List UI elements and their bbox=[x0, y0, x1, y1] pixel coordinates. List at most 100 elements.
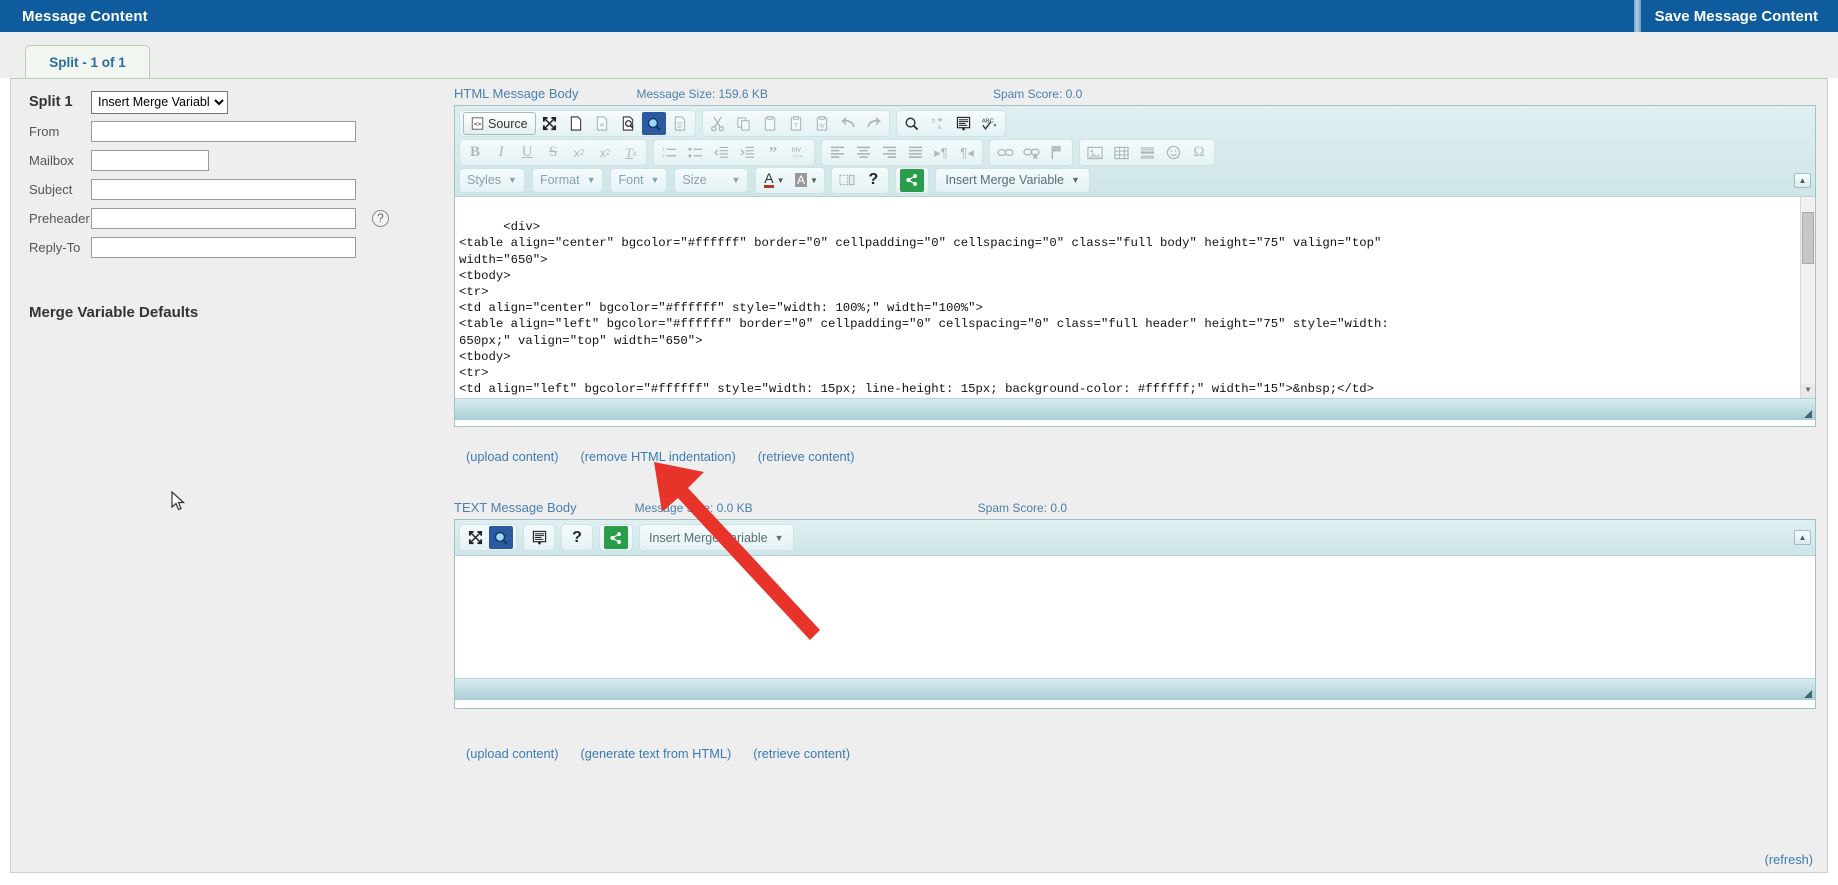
html-toolbar-collapse-button[interactable]: ▲ bbox=[1794, 173, 1811, 188]
page-title: Message Content bbox=[0, 8, 148, 25]
retrieve-content-link[interactable]: (retrieve content) bbox=[753, 746, 850, 761]
upload-content-link[interactable]: (upload content) bbox=[466, 746, 558, 761]
save-message-content-button[interactable]: Save Message Content bbox=[1641, 0, 1838, 32]
html-source-scrollbar[interactable]: ▲ ▼ bbox=[1800, 197, 1815, 398]
bold-icon[interactable]: B bbox=[463, 141, 487, 164]
scroll-down-icon[interactable]: ▼ bbox=[1801, 384, 1815, 398]
split-settings-form: Split 1 Insert Merge Variable From Mailb… bbox=[29, 91, 449, 321]
scroll-thumb[interactable] bbox=[1802, 212, 1814, 264]
redo-icon[interactable] bbox=[862, 112, 886, 135]
show-blocks-icon[interactable] bbox=[835, 169, 859, 192]
ltr-icon[interactable]: ▸¶ bbox=[929, 141, 953, 164]
text-editor-resize-handle[interactable] bbox=[455, 678, 1815, 700]
find-highlight-icon[interactable] bbox=[489, 526, 513, 549]
div-container-icon[interactable]: DIV</> bbox=[787, 141, 811, 164]
styles-dropdown[interactable]: Styles ▼ bbox=[459, 168, 525, 193]
tab-strip: Split - 1 of 1 bbox=[0, 32, 1838, 78]
find-highlight-icon[interactable] bbox=[642, 112, 666, 135]
background-color-icon[interactable]: A ▼ bbox=[791, 169, 821, 192]
bulleted-list-icon[interactable] bbox=[683, 141, 707, 164]
share-icon[interactable] bbox=[900, 169, 924, 192]
justify-icon[interactable] bbox=[903, 141, 927, 164]
align-center-icon[interactable] bbox=[851, 141, 875, 164]
font-dropdown[interactable]: Font ▼ bbox=[610, 168, 667, 193]
font-dropdown-label: Font bbox=[618, 173, 643, 187]
clipboard-group: T W bbox=[702, 110, 890, 137]
numbered-list-icon[interactable]: 12 bbox=[657, 141, 681, 164]
underline-icon[interactable]: U bbox=[515, 141, 539, 164]
align-left-icon[interactable] bbox=[825, 141, 849, 164]
templates-icon[interactable] bbox=[590, 112, 614, 135]
html-spam-score: Spam Score: 0.0 bbox=[993, 87, 1082, 101]
subscript-icon[interactable]: x2 bbox=[567, 141, 591, 164]
insert-merge-variable-label: Insert Merge Variable bbox=[945, 173, 1064, 187]
copy-icon[interactable] bbox=[732, 112, 756, 135]
remove-html-indentation-link[interactable]: (remove HTML indentation) bbox=[580, 449, 735, 464]
anchor-icon[interactable] bbox=[1045, 141, 1069, 164]
italic-icon[interactable]: I bbox=[489, 141, 513, 164]
superscript-icon[interactable]: x2 bbox=[593, 141, 617, 164]
refresh-link[interactable]: (refresh) bbox=[1765, 852, 1813, 867]
text-insert-merge-variable-dropdown[interactable]: Insert Merge Variable ▼ bbox=[639, 524, 794, 551]
spellcheck-icon[interactable]: ABC bbox=[978, 112, 1002, 135]
mailbox-input[interactable] bbox=[91, 150, 209, 171]
preheader-input[interactable] bbox=[91, 208, 356, 229]
image-icon[interactable] bbox=[1083, 141, 1107, 164]
from-input[interactable] bbox=[91, 121, 356, 142]
reply-to-input[interactable] bbox=[91, 237, 356, 258]
source-button[interactable]: <> Source bbox=[463, 112, 536, 135]
text-color-icon[interactable]: A ▼ bbox=[759, 169, 789, 192]
html-source-textarea[interactable]: <div> <table align="center" bgcolor="#ff… bbox=[455, 197, 1815, 398]
preview-icon[interactable] bbox=[616, 112, 640, 135]
find-icon[interactable] bbox=[900, 112, 924, 135]
alignment-group: ▸¶ ¶◂ bbox=[821, 139, 983, 166]
text-toolbar-collapse-button[interactable]: ▲ bbox=[1794, 530, 1811, 545]
share-icon[interactable] bbox=[604, 526, 628, 549]
paste-icon[interactable] bbox=[758, 112, 782, 135]
html-message-body-label: HTML Message Body bbox=[454, 86, 579, 101]
paste-as-text-icon[interactable]: T bbox=[784, 112, 808, 135]
strikethrough-icon[interactable]: S bbox=[541, 141, 565, 164]
undo-icon[interactable] bbox=[836, 112, 860, 135]
help-icon[interactable]: ? bbox=[861, 169, 885, 192]
upload-content-link[interactable]: (upload content) bbox=[466, 449, 558, 464]
blockquote-icon[interactable]: ” bbox=[761, 141, 785, 164]
question-mark-icon[interactable]: ? bbox=[372, 210, 389, 227]
align-right-icon[interactable] bbox=[877, 141, 901, 164]
help-icon[interactable]: ? bbox=[565, 526, 589, 549]
maximize-icon[interactable] bbox=[463, 526, 487, 549]
table-icon[interactable] bbox=[1109, 141, 1133, 164]
size-dropdown[interactable]: Size ▼ bbox=[674, 168, 748, 193]
generate-text-from-html-link[interactable]: (generate text from HTML) bbox=[580, 746, 731, 761]
horizontal-rule-icon[interactable] bbox=[1135, 141, 1159, 164]
new-page-icon[interactable] bbox=[564, 112, 588, 135]
decrease-indent-icon[interactable] bbox=[709, 141, 733, 164]
select-all-icon[interactable] bbox=[527, 526, 551, 549]
special-character-icon[interactable]: Ω bbox=[1187, 141, 1211, 164]
maximize-icon[interactable] bbox=[538, 112, 562, 135]
cut-icon[interactable] bbox=[706, 112, 730, 135]
insert-merge-variable-dropdown[interactable]: Insert Merge Variable ▼ bbox=[935, 168, 1090, 193]
tab-split-1-of-1[interactable]: Split - 1 of 1 bbox=[25, 45, 150, 78]
subject-input[interactable] bbox=[91, 179, 356, 200]
svg-text:b: b bbox=[932, 118, 936, 125]
replace-icon[interactable]: ba bbox=[926, 112, 950, 135]
smiley-icon[interactable] bbox=[1161, 141, 1185, 164]
select-all-icon[interactable] bbox=[952, 112, 976, 135]
rtl-icon[interactable]: ¶◂ bbox=[955, 141, 979, 164]
main-panel: Split 1 Insert Merge Variable From Mailb… bbox=[10, 78, 1828, 873]
chevron-down-icon: ▼ bbox=[1071, 175, 1080, 185]
format-dropdown[interactable]: Format ▼ bbox=[532, 168, 604, 193]
reply-to-label: Reply-To bbox=[29, 240, 91, 255]
retrieve-content-link[interactable]: (retrieve content) bbox=[758, 449, 855, 464]
link-icon[interactable] bbox=[993, 141, 1017, 164]
remove-format-icon[interactable]: Tx bbox=[619, 141, 643, 164]
print-icon[interactable] bbox=[668, 112, 692, 135]
text-body-textarea[interactable] bbox=[455, 556, 1815, 678]
html-editor-resize-handle[interactable] bbox=[455, 398, 1815, 420]
unlink-icon[interactable] bbox=[1019, 141, 1043, 164]
merge-variable-select[interactable]: Insert Merge Variable bbox=[91, 91, 228, 114]
increase-indent-icon[interactable] bbox=[735, 141, 759, 164]
chevron-down-icon: ▼ bbox=[587, 175, 596, 185]
paste-from-word-icon[interactable]: W bbox=[810, 112, 834, 135]
